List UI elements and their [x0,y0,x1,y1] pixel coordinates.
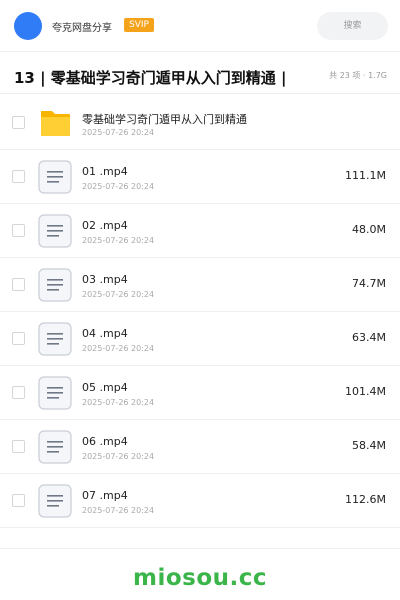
list-item[interactable]: 02 .mp4 2025-07-26 20:24 48.0M [0,204,400,258]
folder-icon [41,111,70,136]
row-checkbox[interactable] [12,116,25,129]
file-date: 2025-07-26 20:24 [82,182,155,191]
svip-badge: SVIP [124,18,154,32]
file-name: 07 .mp4 [82,489,128,502]
share-name: 夸克网盘分享 [52,23,112,34]
row-checkbox[interactable] [12,224,25,237]
file-size: 74.7M [352,277,386,290]
file-date: 2025-07-26 20:24 [82,236,155,245]
file-date: 2025-07-26 20:24 [82,290,155,299]
file-name: 05 .mp4 [82,381,128,394]
list-item[interactable]: 零基础学习奇门遁甲从入门到精通 2025-07-26 20:24 [0,96,400,150]
file-name: 04 .mp4 [82,327,128,340]
folder-summary: 共 23 项 · 1.7G [329,71,387,80]
document-icon [38,322,72,356]
file-name: 06 .mp4 [82,435,128,448]
file-date: 2025-07-26 20:24 [82,398,155,407]
document-icon [38,430,72,464]
file-size: 63.4M [352,331,386,344]
avatar[interactable] [14,12,42,40]
file-size: 48.0M [352,223,386,236]
row-checkbox[interactable] [12,440,25,453]
row-checkbox[interactable] [12,170,25,183]
document-icon [38,376,72,410]
file-name: 01 .mp4 [82,165,128,178]
file-date: 2025-07-26 20:24 [82,128,155,137]
search-button[interactable]: 搜索 [317,12,388,40]
file-size: 101.4M [345,385,386,398]
list-item[interactable]: 04 .mp4 2025-07-26 20:24 63.4M [0,312,400,366]
list-item[interactable]: 06 .mp4 2025-07-26 20:24 58.4M [0,420,400,474]
file-name: 03 .mp4 [82,273,128,286]
list-item[interactable]: 07 .mp4 2025-07-26 20:24 112.6M [0,474,400,528]
row-checkbox[interactable] [12,332,25,345]
document-icon [38,484,72,518]
row-checkbox[interactable] [12,386,25,399]
document-icon [38,160,72,194]
share-header: 夸克网盘分享 SVIP 搜索 [0,0,400,52]
file-date: 2025-07-26 20:24 [82,506,155,515]
list-item[interactable]: 01 .mp4 2025-07-26 20:24 111.1M [0,150,400,204]
folder-title-bar: 13 | 零基础学习奇门遁甲从入门到精通 | 共 23 项 · 1.7G [0,58,400,94]
list-item[interactable]: 05 .mp4 2025-07-26 20:24 101.4M [0,366,400,420]
file-size: 111.1M [345,169,386,182]
row-checkbox[interactable] [12,278,25,291]
file-size: 58.4M [352,439,386,452]
document-icon [38,268,72,302]
list-item[interactable]: 03 .mp4 2025-07-26 20:24 74.7M [0,258,400,312]
file-date: 2025-07-26 20:24 [82,452,155,461]
document-icon [38,214,72,248]
file-date: 2025-07-26 20:24 [82,344,155,353]
watermark: miosou.cc [132,565,268,591]
file-name: 零基础学习奇门遁甲从入门到精通 [82,113,247,126]
file-size: 112.6M [345,493,386,506]
footer: miosou.cc [0,548,400,600]
file-name: 02 .mp4 [82,219,128,232]
row-checkbox[interactable] [12,494,25,507]
page-title: 13 | 零基础学习奇门遁甲从入门到精通 | [14,69,287,87]
file-list: 零基础学习奇门遁甲从入门到精通 2025-07-26 20:24 01 .mp4… [0,96,400,528]
